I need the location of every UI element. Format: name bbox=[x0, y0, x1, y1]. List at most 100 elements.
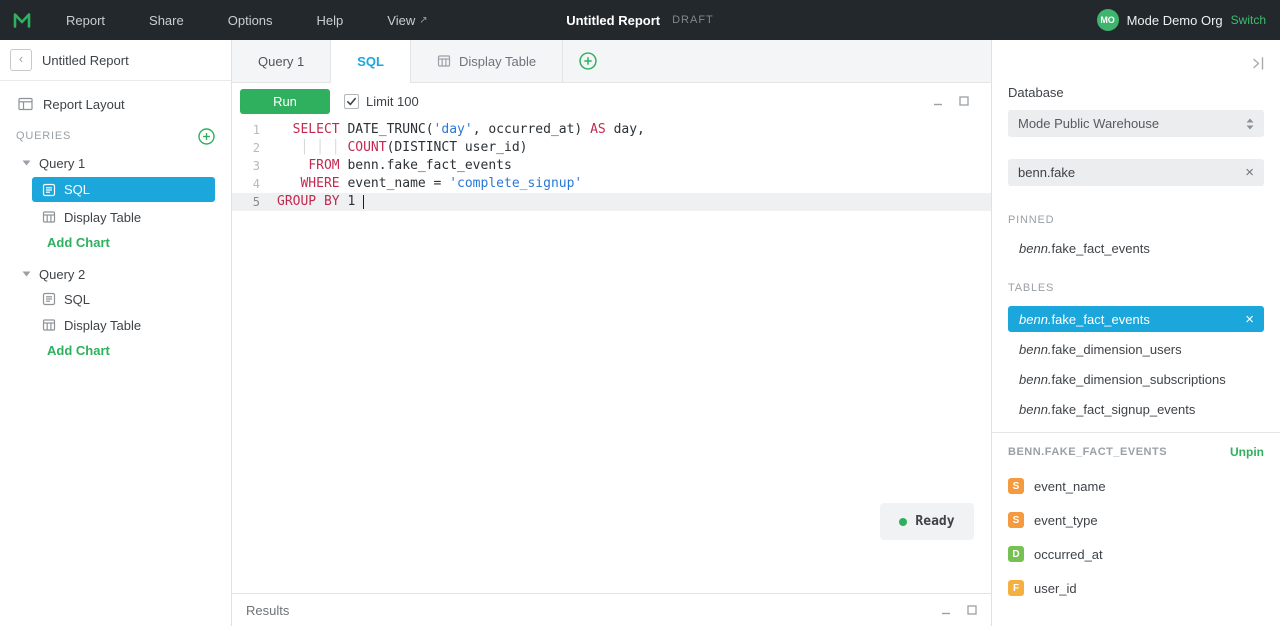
code-line-4[interactable]: 4 WHERE event_name = 'complete_signup' bbox=[232, 175, 992, 193]
line-number: 1 bbox=[252, 123, 260, 137]
report-layout-item[interactable]: Report Layout bbox=[0, 91, 231, 117]
sql-editor[interactable]: 1 SELECT DATE_TRUNC('day', occurred_at) … bbox=[232, 119, 992, 593]
code-line-1[interactable]: 1 SELECT DATE_TRUNC('day', occurred_at) … bbox=[232, 121, 992, 139]
table-grid-icon bbox=[42, 318, 56, 332]
code-text: GROUP BY 1 bbox=[277, 194, 365, 209]
results-panel-header[interactable]: Results bbox=[232, 593, 992, 626]
menu-view[interactable]: View ↗ bbox=[365, 0, 449, 40]
clear-search-icon[interactable]: × bbox=[1245, 165, 1254, 180]
code-text: SELECT DATE_TRUNC('day', occurred_at) AS… bbox=[292, 122, 645, 137]
chevron-down-icon[interactable] bbox=[22, 160, 31, 166]
database-select[interactable]: Mode Public Warehouse bbox=[1008, 110, 1264, 137]
query1-group-toggle[interactable]: Query 1 bbox=[0, 151, 231, 175]
code-text: │ │ │ COUNT(DISTINCT user_id) bbox=[300, 140, 528, 155]
code-line-3[interactable]: 3 FROM benn.fake_fact_events bbox=[232, 157, 992, 175]
query1-display-table-item[interactable]: Display Table bbox=[32, 204, 215, 230]
column-name: occurred_at bbox=[1034, 546, 1103, 562]
datetime-type-badge: D bbox=[1008, 546, 1024, 562]
left-sidebar-header: ‹ Untitled Report bbox=[0, 40, 231, 81]
add-tab-button[interactable] bbox=[579, 40, 597, 82]
maximize-editor-icon[interactable] bbox=[958, 95, 970, 107]
table-row-selected[interactable]: benn.fake_fact_events × bbox=[1008, 306, 1264, 332]
menu-help[interactable]: Help bbox=[295, 0, 366, 40]
collapse-sidebar-icon[interactable]: ‹ bbox=[10, 49, 32, 71]
topbar: Report Share Options Help View ↗ Untitled… bbox=[0, 0, 1280, 40]
code-text: FROM benn.fake_fact_events bbox=[308, 158, 512, 173]
line-number: 5 bbox=[252, 195, 260, 209]
pinned-table-item[interactable]: benn.fake_fact_events bbox=[1008, 236, 1264, 260]
topbar-menu: Report Share Options Help View ↗ bbox=[44, 0, 450, 40]
tab-sql[interactable]: SQL bbox=[331, 40, 411, 83]
draft-badge: DRAFT bbox=[672, 14, 714, 26]
table-grid-icon bbox=[42, 210, 56, 224]
schema-search-box: × bbox=[1008, 159, 1264, 186]
query1-name: Query 1 bbox=[39, 155, 86, 171]
query1-sql-label: SQL bbox=[64, 182, 91, 197]
table-row[interactable]: benn.fake_fact_signup_events bbox=[1008, 396, 1264, 422]
query2-name: Query 2 bbox=[39, 266, 86, 282]
query2-display-table-label: Display Table bbox=[64, 317, 142, 333]
avatar[interactable]: MO bbox=[1096, 9, 1119, 31]
pinned-section-label: PINNED bbox=[1008, 214, 1055, 226]
report-title: Untitled Report bbox=[566, 12, 661, 28]
code-line-5-active[interactable]: 5 GROUP BY 1 bbox=[232, 193, 992, 211]
query2-group-toggle[interactable]: Query 2 bbox=[0, 262, 231, 286]
string-type-badge: S bbox=[1008, 512, 1024, 528]
unpin-link[interactable]: Unpin bbox=[1230, 445, 1264, 459]
column-row-occurred-at[interactable]: D occurred_at bbox=[1008, 537, 1264, 571]
limit-checkbox-group[interactable]: Limit 100 bbox=[344, 93, 419, 109]
query1-add-chart-link[interactable]: Add Chart bbox=[47, 230, 231, 254]
maximize-results-icon[interactable] bbox=[966, 604, 978, 616]
sql-doc-icon bbox=[42, 183, 56, 197]
run-button[interactable]: Run bbox=[240, 88, 330, 114]
code-text: WHERE event_name = 'complete_signup' bbox=[300, 176, 583, 191]
line-number: 3 bbox=[252, 159, 260, 173]
add-query-button[interactable] bbox=[198, 127, 215, 145]
switch-org-link[interactable]: Switch bbox=[1231, 13, 1266, 27]
table-row[interactable]: benn.fake_dimension_users bbox=[1008, 336, 1264, 362]
query2-add-chart-link[interactable]: Add Chart bbox=[47, 338, 231, 362]
column-row-event-name[interactable]: S event_name bbox=[1008, 469, 1264, 503]
minimize-editor-icon[interactable] bbox=[932, 95, 944, 107]
sidebar-report-title: Untitled Report bbox=[42, 52, 129, 68]
float-type-badge: F bbox=[1008, 580, 1024, 596]
report-layout-label: Report Layout bbox=[43, 96, 125, 112]
column-name: event_name bbox=[1034, 478, 1106, 494]
mode-logo-icon[interactable] bbox=[0, 0, 44, 40]
tab-display-table[interactable]: Display Table bbox=[411, 40, 564, 82]
minimize-results-icon[interactable] bbox=[940, 604, 952, 616]
org-name: Mode Demo Org bbox=[1126, 12, 1223, 28]
column-row-event-type[interactable]: S event_type bbox=[1008, 503, 1264, 537]
query2-display-table-item[interactable]: Display Table bbox=[32, 312, 215, 338]
report-title-group: Untitled Report DRAFT bbox=[566, 13, 714, 28]
layout-icon bbox=[18, 97, 33, 111]
column-name: user_id bbox=[1034, 580, 1077, 596]
tab-query1[interactable]: Query 1 bbox=[232, 40, 332, 82]
deselect-table-icon[interactable]: × bbox=[1245, 312, 1254, 327]
line-number: 4 bbox=[252, 177, 260, 191]
results-window-controls bbox=[940, 604, 978, 616]
column-list: S event_name S event_type D occurred_at … bbox=[1008, 469, 1264, 605]
limit-checkbox[interactable] bbox=[344, 93, 359, 109]
column-row-user-id[interactable]: F user_id bbox=[1008, 571, 1264, 605]
queries-section-header: QUERIES bbox=[0, 125, 231, 147]
results-label: Results bbox=[246, 602, 290, 618]
query1-display-table-label: Display Table bbox=[64, 209, 142, 225]
chevron-down-icon[interactable] bbox=[22, 271, 31, 277]
tabbar: Query 1 SQL Display Table bbox=[232, 40, 992, 83]
left-sidebar: ‹ Untitled Report Report Layout QUERIES bbox=[0, 40, 232, 626]
query2-sql-item[interactable]: SQL bbox=[32, 286, 215, 312]
query1-sql-item[interactable]: SQL bbox=[32, 177, 215, 202]
string-type-badge: S bbox=[1008, 478, 1024, 494]
menu-share[interactable]: Share bbox=[127, 0, 206, 40]
select-arrows-icon bbox=[1246, 118, 1254, 130]
code-line-2[interactable]: 2 │ │ │ COUNT(DISTINCT user_id) bbox=[232, 139, 992, 157]
schema-search-input[interactable] bbox=[1018, 165, 1246, 180]
collapse-panel-icon[interactable] bbox=[1248, 55, 1266, 72]
menu-options[interactable]: Options bbox=[206, 0, 295, 40]
table-row[interactable]: benn.fake_dimension_subscriptions bbox=[1008, 366, 1264, 392]
status-label: Ready bbox=[915, 513, 955, 529]
menu-report[interactable]: Report bbox=[44, 0, 127, 40]
columns-table-title: BENN.FAKE_FACT_EVENTS bbox=[1008, 446, 1168, 458]
sidebar-nav: Report Layout QUERIES Query 1 SQL Displa… bbox=[0, 81, 231, 362]
